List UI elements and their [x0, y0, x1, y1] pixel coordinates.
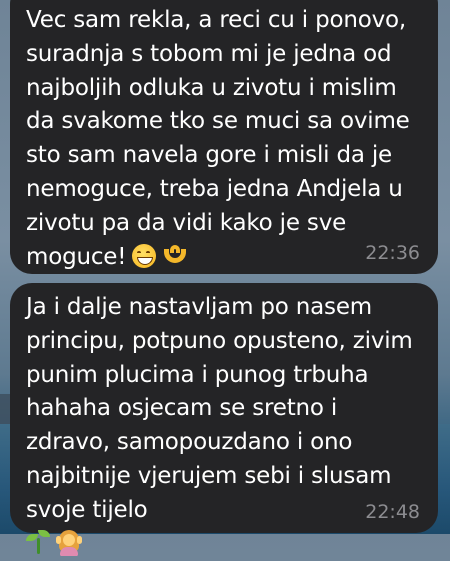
- heart-hands-icon: [162, 244, 188, 267]
- message-timestamp: 22:36: [365, 242, 420, 264]
- message-text-body: Vec sam rekla, a reci cu i ponovo, surad…: [26, 7, 410, 270]
- message-text: Vec sam rekla, a reci cu i ponovo, surad…: [26, 4, 420, 274]
- person-in-lotus-icon: [56, 528, 82, 556]
- grinning-face-icon: [132, 243, 157, 268]
- message-bubble[interactable]: Ja i dalje nastavljam po nasem principu,…: [10, 283, 438, 556]
- message-text-body: Ja i dalje nastavljam po nasem principu,…: [26, 294, 413, 523]
- message-bubble[interactable]: Vec sam rekla, a reci cu i ponovo, surad…: [10, 0, 438, 274]
- message-timestamp: 22:48: [365, 501, 420, 523]
- seedling-icon: [26, 529, 50, 554]
- message-text: Ja i dalje nastavljam po nasem principu,…: [26, 291, 420, 561]
